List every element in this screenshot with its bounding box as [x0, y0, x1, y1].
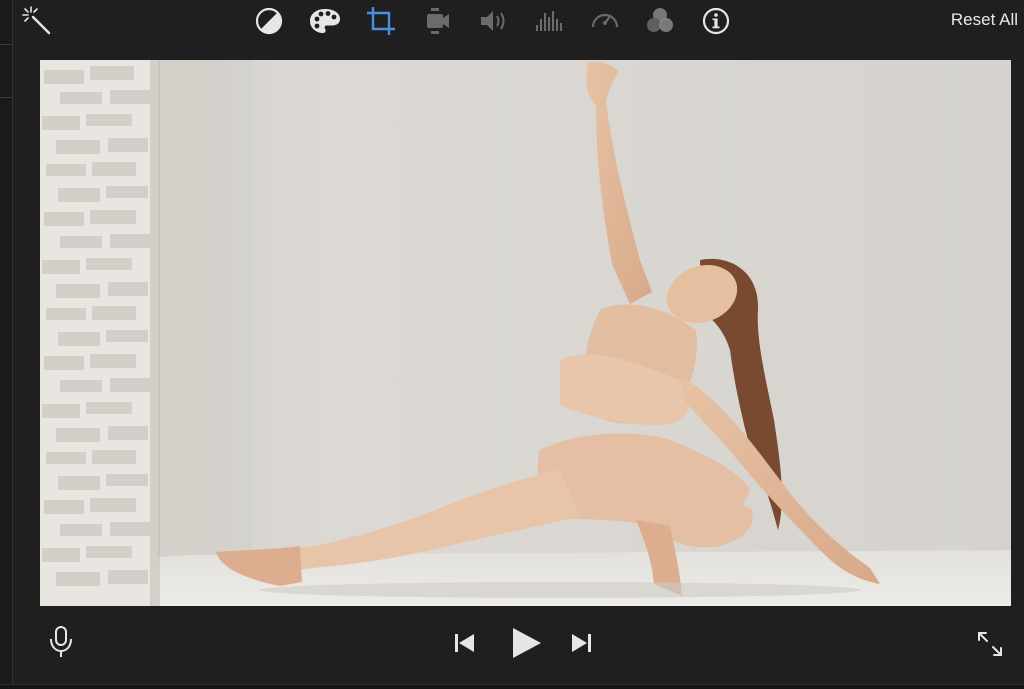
video-viewer[interactable]	[40, 60, 1011, 606]
speaker-icon	[476, 4, 510, 38]
skip-forward-icon[interactable]	[566, 628, 596, 658]
fullscreen-icon[interactable]	[972, 626, 1008, 662]
microphone-icon[interactable]	[44, 624, 78, 660]
window-bottom-edge	[0, 684, 1024, 689]
left-panel-edge	[0, 0, 13, 689]
equalizer-icon	[532, 4, 566, 38]
palette-icon[interactable]	[308, 4, 342, 38]
info-icon[interactable]	[699, 4, 733, 38]
yoga-photo	[40, 60, 1011, 606]
video-camera-icon	[420, 4, 454, 38]
magic-wand-icon[interactable]	[20, 4, 54, 38]
panel-divider	[0, 44, 12, 98]
skip-back-icon[interactable]	[450, 628, 480, 658]
play-icon[interactable]	[506, 624, 546, 662]
filter-circles-icon	[643, 4, 677, 38]
speedometer-icon	[588, 4, 622, 38]
reset-all-button[interactable]: Reset All	[951, 10, 1018, 30]
imovie-viewer-window: Reset All	[0, 0, 1024, 689]
crop-icon[interactable]	[364, 4, 398, 38]
color-balance-icon[interactable]	[252, 4, 286, 38]
